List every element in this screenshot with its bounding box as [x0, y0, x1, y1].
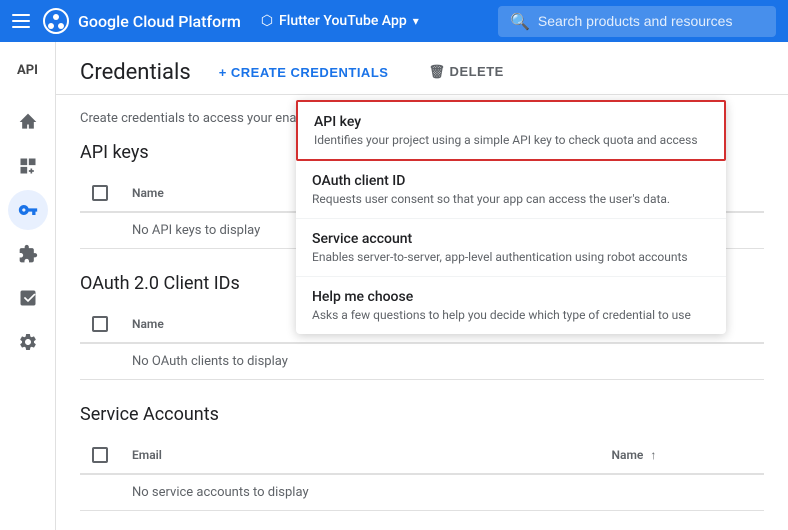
chevron-down-icon: ▾ [413, 14, 419, 28]
oauth-select-all[interactable] [92, 316, 108, 332]
oauth-check-col [80, 306, 120, 343]
dropdown-item-api-key-title: API key [314, 114, 708, 130]
sa-select-all[interactable] [92, 447, 108, 463]
page-title: Credentials [80, 60, 191, 85]
dropdown-item-api-key-desc: Identifies your project using a simple A… [314, 133, 708, 147]
sidebar: API [0, 42, 56, 530]
sidebar-settings-icon[interactable] [8, 322, 48, 362]
gcp-logo-icon [42, 7, 70, 35]
dropdown-item-api-key[interactable]: API key Identifies your project using a … [296, 100, 726, 161]
sa-empty-message: No service accounts to display [120, 474, 600, 511]
sidebar-key-icon[interactable] [8, 190, 48, 230]
sa-empty-row: No service accounts to display [80, 474, 764, 511]
sidebar-dashboard-icon[interactable] [8, 146, 48, 186]
api-keys-select-all[interactable] [92, 185, 108, 201]
top-nav: Google Cloud Platform ⬡ Flutter YouTube … [0, 0, 788, 42]
sidebar-home-icon[interactable] [8, 102, 48, 142]
project-name: Flutter YouTube App [279, 13, 407, 29]
sa-name-col[interactable]: Name ↑ [600, 437, 764, 474]
layout: API Credentials + CREATE CREDENTIALS 🗑 D… [0, 42, 788, 530]
search-input[interactable] [538, 13, 764, 29]
dropdown-item-help-desc: Asks a few questions to help you decide … [312, 308, 710, 322]
sa-sort-icon: ↑ [650, 448, 656, 462]
dropdown-item-service-title: Service account [312, 231, 710, 247]
sidebar-check-icon[interactable] [8, 278, 48, 318]
search-bar[interactable]: 🔍 [498, 6, 776, 37]
service-accounts-table: Email Name ↑ No service accounts to disp… [80, 437, 764, 511]
nav-logo: Google Cloud Platform [42, 7, 241, 35]
sa-check-col [80, 437, 120, 474]
api-keys-check-col [80, 175, 120, 212]
hamburger-menu[interactable] [12, 14, 30, 28]
search-icon: 🔍 [510, 12, 530, 31]
project-icon: ⬡ [261, 13, 273, 29]
app-title: Google Cloud Platform [78, 12, 241, 31]
dropdown-item-help[interactable]: Help me choose Asks a few questions to h… [296, 277, 726, 334]
oauth-empty-row: No OAuth clients to display [80, 343, 764, 380]
dropdown-item-service-account[interactable]: Service account Enables server-to-server… [296, 219, 726, 277]
project-selector[interactable]: ⬡ Flutter YouTube App ▾ [261, 13, 419, 29]
api-badge: API [8, 50, 48, 90]
dropdown-item-service-desc: Enables server-to-server, app-level auth… [312, 250, 710, 264]
service-accounts-section: Service Accounts Email Name ↑ [80, 404, 764, 511]
page-header: Credentials + CREATE CREDENTIALS 🗑 DELET… [56, 42, 788, 95]
sidebar-extensions-icon[interactable] [8, 234, 48, 274]
sa-email-col: Email [120, 437, 600, 474]
service-accounts-title: Service Accounts [80, 404, 764, 425]
dropdown-item-help-title: Help me choose [312, 289, 710, 305]
dropdown-item-oauth-desc: Requests user consent so that your app c… [312, 192, 710, 206]
oauth-empty-message: No OAuth clients to display [120, 343, 521, 380]
main-content: Credentials + CREATE CREDENTIALS 🗑 DELET… [56, 42, 788, 530]
delete-button[interactable]: 🗑 DELETE [416, 58, 515, 86]
service-accounts-header-row: Email Name ↑ [80, 437, 764, 474]
dropdown-item-oauth-title: OAuth client ID [312, 173, 710, 189]
create-credentials-button[interactable]: + CREATE CREDENTIALS [207, 59, 401, 86]
create-credentials-dropdown: API key Identifies your project using a … [296, 100, 726, 334]
dropdown-item-oauth[interactable]: OAuth client ID Requests user consent so… [296, 161, 726, 219]
